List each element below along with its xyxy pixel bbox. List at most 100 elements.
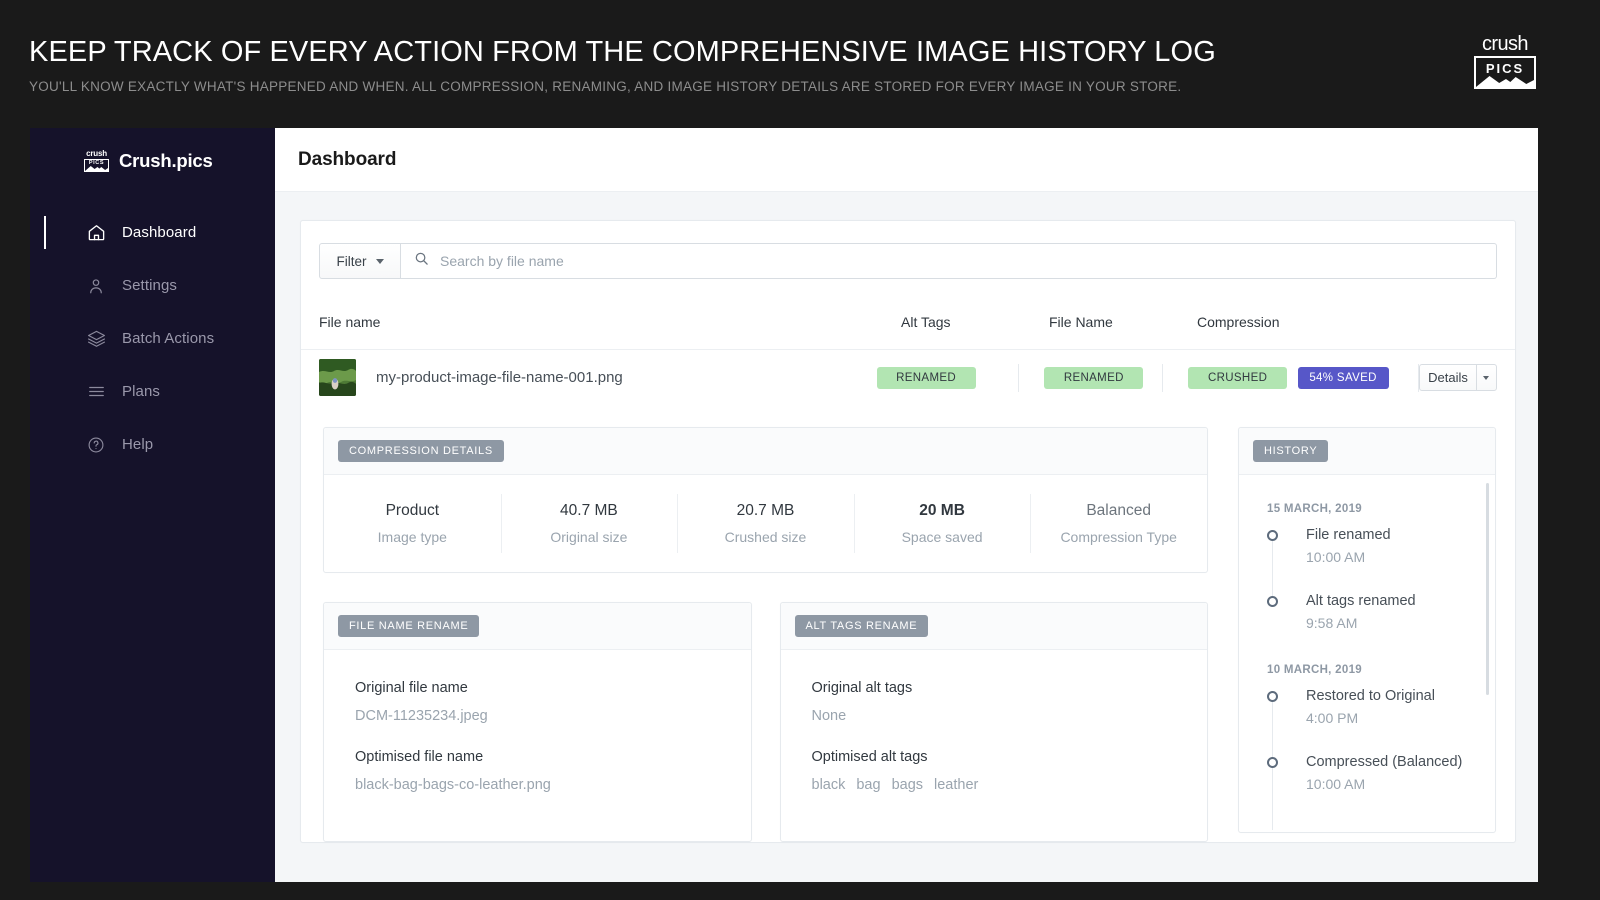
rename-row: FILE NAME RENAME Original file name DCM-… [323, 602, 1208, 842]
logo-wordmark-crush: crush [1482, 33, 1529, 55]
history-entry: Alt tags renamed 9:58 AM [1239, 593, 1495, 659]
history-entry-title: Compressed (Balanced) [1306, 754, 1463, 770]
alt-tag: bags [891, 777, 924, 793]
section-pill: FILE NAME RENAME [338, 615, 480, 637]
filter-button-label: Filter [336, 253, 367, 269]
search-input[interactable] [440, 253, 1496, 269]
sidebar-item-dashboard[interactable]: Dashboard [30, 206, 275, 259]
chevron-down-icon [375, 258, 384, 264]
history-entry: Compressed (Balanced) 10:00 AM [1239, 754, 1495, 830]
column-header-file-name-status: File Name [1049, 314, 1113, 330]
sidebar-item-batch-actions[interactable]: Batch Actions [30, 312, 275, 365]
menu-lines-icon [85, 381, 107, 403]
history-entry-time: 9:58 AM [1306, 615, 1358, 631]
expanded-detail-area: COMPRESSION DETAILS Product Image type 4… [301, 405, 1515, 842]
sidebar: crush PICS Crush.pics Dashboard Settings… [30, 128, 275, 882]
file-name-rename-body: Original file name DCM-11235234.jpeg Opt… [324, 650, 751, 793]
stat-value: 40.7 MB [560, 502, 618, 519]
stat-value: 20.7 MB [736, 502, 795, 519]
status-badge-compression: CRUSHED [1188, 366, 1288, 389]
history-date-group-label: 10 MARCH, 2019 [1267, 664, 1362, 676]
sidebar-logo-pics: PICS [88, 160, 105, 166]
app-window: crush PICS Crush.pics Dashboard Settings… [30, 128, 1538, 882]
history-entry-time: 10:00 AM [1306, 549, 1366, 565]
sidebar-item-label: Dashboard [122, 224, 197, 241]
compression-stats: Product Image type 40.7 MB Original size… [324, 475, 1207, 572]
sidebar-brand-name: Crush.pics [119, 150, 213, 171]
history-group: File renamed 10:00 AM Alt tags renamed 9… [1239, 527, 1495, 659]
chevron-down-icon [1483, 375, 1490, 380]
original-file-name-value: DCM-11235234.jpeg [355, 708, 488, 724]
column-header-alt-tags: Alt Tags [901, 314, 951, 330]
stat-label: Crushed size [724, 529, 807, 545]
cell-actions: Details [1418, 364, 1497, 391]
filter-button[interactable]: Filter [319, 243, 401, 279]
table-row[interactable]: my-product-image-file-name-001.png RENAM… [301, 349, 1515, 405]
sidebar-item-settings[interactable]: Settings [30, 259, 275, 312]
search-field-wrapper[interactable] [401, 243, 1497, 279]
cell-file-name-status: RENAMED [1019, 366, 1162, 389]
stat-image-type: Product Image type [324, 475, 501, 572]
details-button-label: Details [1428, 370, 1468, 385]
file-thumbnail [319, 359, 356, 396]
page-header: Dashboard [275, 128, 1538, 192]
alt-tag: black [811, 777, 846, 793]
cell-alt-tags: RENAMED [876, 366, 1019, 389]
original-alt-tags-value: None [811, 708, 847, 724]
history-entry-title: Restored to Original [1306, 688, 1435, 704]
status-badge-alt-tags: RENAMED [876, 366, 976, 389]
layers-icon [85, 328, 107, 350]
sidebar-item-help[interactable]: Help [30, 418, 275, 471]
sidebar-item-label: Batch Actions [122, 330, 215, 347]
history-entry: File renamed 10:00 AM [1239, 527, 1495, 603]
section-pill: COMPRESSION DETAILS [338, 440, 504, 462]
history-entry: Restored to Original 4:00 PM [1239, 688, 1495, 764]
logo-box: PICS [1474, 56, 1536, 89]
search-icon [414, 251, 429, 271]
sidebar-item-label: Settings [122, 277, 177, 294]
optimised-file-name-label: Optimised file name [355, 749, 484, 765]
sidebar-brand[interactable]: crush PICS Crush.pics [84, 150, 213, 172]
history-scrollbar[interactable] [1486, 483, 1489, 695]
timeline-dot-icon [1267, 530, 1278, 541]
active-indicator [44, 216, 46, 249]
stat-compression-type: Balanced Compression Type [1030, 475, 1207, 572]
history-body[interactable]: 15 MARCH, 2019 File renamed 10:00 AM Alt… [1239, 475, 1495, 832]
status-badge-file-name: RENAMED [1044, 366, 1144, 389]
section-pill: ALT TAGS RENAME [794, 615, 929, 637]
promo-banner: KEEP TRACK OF EVERY ACTION FROM THE COMP… [0, 0, 1600, 128]
promo-title: KEEP TRACK OF EVERY ACTION FROM THE COMP… [29, 36, 1216, 68]
optimised-alt-tags-label: Optimised alt tags [811, 749, 928, 765]
history-date-group-label: 15 MARCH, 2019 [1267, 503, 1362, 515]
optimised-file-name-value: black-bag-bags-co-leather.png [355, 777, 551, 793]
timeline-connector [1272, 764, 1273, 830]
cell-file-name: my-product-image-file-name-001.png [319, 359, 877, 396]
timeline-connector [1272, 698, 1273, 764]
history-card: HISTORY 15 MARCH, 2019 File renamed 10:0… [1238, 427, 1496, 833]
alt-tag: bag [856, 777, 881, 793]
alt-tag: leather [934, 777, 979, 793]
file-name-rename-card: FILE NAME RENAME Original file name DCM-… [323, 602, 752, 842]
toolbar: Filter [301, 221, 1515, 279]
history-header: HISTORY [1239, 428, 1495, 475]
status-badge-saved: 54% SAVED [1297, 366, 1389, 389]
timeline-dot-icon [1267, 757, 1278, 768]
stat-value: Product [385, 502, 439, 519]
details-button[interactable]: Details [1418, 364, 1497, 391]
column-header-file-name: File name [319, 314, 381, 330]
sidebar-item-plans[interactable]: Plans [30, 365, 275, 418]
section-pill: HISTORY [1253, 440, 1329, 462]
stat-label: Compression Type [1060, 529, 1177, 545]
stat-space-saved: 20 MB Space saved [853, 475, 1031, 572]
timeline-dot-icon [1267, 596, 1278, 607]
sidebar-item-label: Plans [122, 383, 161, 400]
detail-left-column: COMPRESSION DETAILS Product Image type 4… [323, 427, 1208, 842]
stat-label: Space saved [901, 529, 983, 545]
timeline-connector [1272, 537, 1273, 603]
details-dropdown-toggle[interactable] [1475, 365, 1496, 390]
stat-label: Original size [550, 529, 628, 545]
page-title: Dashboard [298, 148, 397, 170]
stat-value: Balanced [1086, 502, 1151, 519]
sidebar-logo: crush PICS [84, 150, 109, 172]
